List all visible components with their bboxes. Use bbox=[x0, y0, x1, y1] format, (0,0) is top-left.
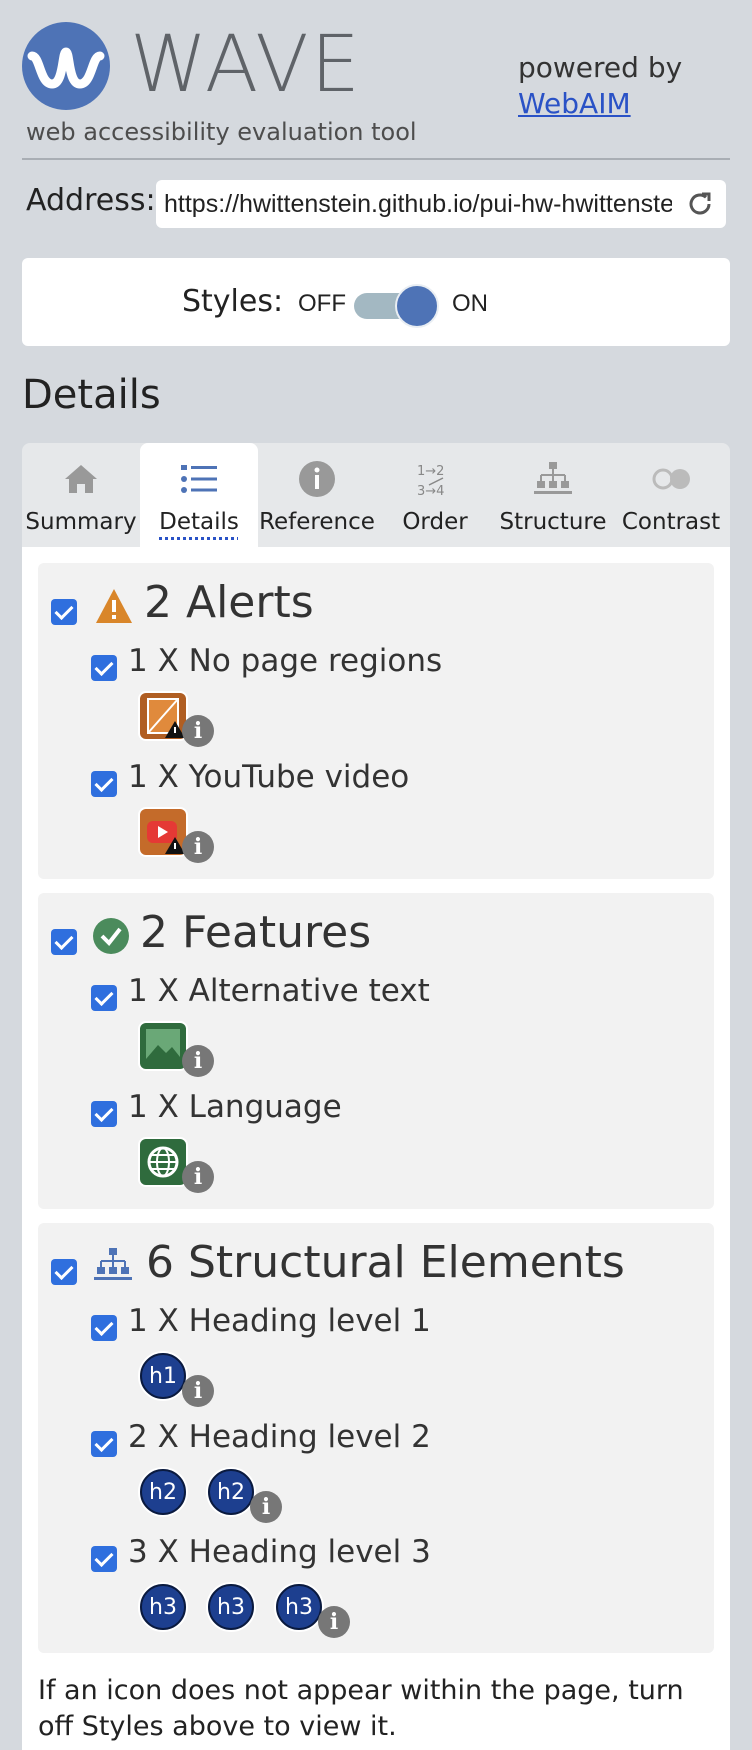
tab-label: Reference bbox=[259, 509, 375, 535]
address-box bbox=[156, 180, 726, 228]
page-title: Details bbox=[22, 372, 161, 418]
alternative-text-checkbox[interactable] bbox=[91, 985, 117, 1011]
heading-level-2-info-icon[interactable]: i bbox=[250, 1491, 282, 1523]
alerts-checkbox[interactable] bbox=[51, 599, 77, 625]
tab-reference[interactable]: Reference bbox=[258, 443, 376, 547]
h1-icon[interactable]: h1 bbox=[140, 1353, 186, 1399]
structure-icon bbox=[534, 462, 572, 494]
youtube-video-label: 1 X YouTube video bbox=[128, 759, 410, 795]
heading-level-3-info-icon[interactable]: i bbox=[318, 1606, 350, 1638]
logo-text: WAVE bbox=[130, 20, 362, 110]
webaim-link[interactable]: WebAIM bbox=[518, 86, 682, 122]
structure-icon bbox=[94, 1248, 132, 1280]
heading-level-3-checkbox[interactable] bbox=[91, 1546, 117, 1572]
tab-label: Contrast bbox=[621, 509, 721, 535]
tab-label: Order bbox=[402, 509, 468, 535]
features-section: 2 Features 1 X Alternative text i 1 X La… bbox=[38, 893, 714, 1209]
features-checkbox[interactable] bbox=[51, 929, 77, 955]
alerts-section: 2 Alerts 1 X No page regions i 1 X YouTu… bbox=[38, 563, 714, 879]
language-info-icon[interactable]: i bbox=[182, 1161, 214, 1193]
tab-order[interactable]: 1→2 3→4 Order bbox=[376, 443, 494, 547]
no-page-regions-info-icon[interactable]: i bbox=[182, 715, 214, 747]
alternative-text-icon[interactable] bbox=[140, 1023, 186, 1069]
tab-details[interactable]: Details bbox=[140, 443, 258, 547]
no-page-regions-icon[interactable] bbox=[140, 693, 186, 739]
tab-label: Structure bbox=[499, 509, 607, 535]
details-panel: 2 Alerts 1 X No page regions i 1 X YouTu… bbox=[22, 547, 730, 1750]
order-icon: 1→2 3→4 bbox=[417, 464, 444, 499]
language-icon[interactable] bbox=[140, 1139, 186, 1185]
youtube-video-checkbox[interactable] bbox=[91, 771, 117, 797]
no-page-regions-checkbox[interactable] bbox=[91, 655, 117, 681]
structural-title: 6 Structural Elements bbox=[146, 1237, 625, 1288]
heading-level-1-label: 1 X Heading level 1 bbox=[128, 1303, 431, 1339]
list-icon bbox=[181, 465, 217, 493]
address-label: Address: bbox=[26, 183, 156, 218]
header: WAVE web accessibility evaluation tool p… bbox=[0, 0, 752, 160]
h3-icon[interactable]: h3 bbox=[276, 1584, 322, 1630]
h3-icon[interactable]: h3 bbox=[140, 1584, 186, 1630]
styles-on-label: ON bbox=[452, 290, 488, 317]
alert-icon bbox=[96, 589, 132, 623]
svg-text:3→4: 3→4 bbox=[417, 484, 444, 499]
no-page-regions-label: 1 X No page regions bbox=[128, 643, 443, 679]
wave-logo-icon bbox=[22, 22, 110, 110]
h2-icon[interactable]: h2 bbox=[208, 1469, 254, 1515]
h2-icon[interactable]: h2 bbox=[140, 1469, 186, 1515]
heading-level-3-label: 3 X Heading level 3 bbox=[128, 1534, 431, 1570]
powered-by: powered by WebAIM bbox=[518, 50, 682, 122]
styles-card: Styles: OFF ON bbox=[22, 258, 730, 346]
tab-contrast[interactable]: Contrast bbox=[612, 443, 730, 547]
tab-label: Details bbox=[159, 509, 239, 535]
divider bbox=[22, 158, 730, 160]
heading-level-1-info-icon[interactable]: i bbox=[182, 1375, 214, 1407]
alternative-text-info-icon[interactable]: i bbox=[182, 1045, 214, 1077]
footer-note: If an icon does not appear within the pa… bbox=[38, 1675, 684, 1742]
address-input[interactable] bbox=[164, 180, 672, 228]
alternative-text-label: 1 X Alternative text bbox=[128, 973, 430, 1009]
svg-text:1→2: 1→2 bbox=[417, 464, 444, 479]
tagline: web accessibility evaluation tool bbox=[26, 118, 417, 146]
tab-summary[interactable]: Summary bbox=[22, 443, 140, 547]
tab-bar: Summary Details Reference 1→2 3→4 Order … bbox=[22, 443, 730, 547]
structural-section: 6 Structural Elements 1 X Heading level … bbox=[38, 1223, 714, 1653]
contrast-icon bbox=[652, 468, 690, 490]
youtube-video-icon[interactable] bbox=[140, 809, 186, 855]
info-icon bbox=[299, 461, 335, 497]
home-icon bbox=[65, 465, 97, 493]
h3-icon[interactable]: h3 bbox=[208, 1584, 254, 1630]
tab-label: Summary bbox=[25, 509, 137, 535]
youtube-video-info-icon[interactable]: i bbox=[182, 831, 214, 863]
language-label: 1 X Language bbox=[128, 1089, 342, 1125]
features-title: 2 Features bbox=[140, 907, 372, 958]
feature-check-icon bbox=[93, 918, 129, 954]
reload-icon[interactable] bbox=[684, 188, 716, 220]
language-checkbox[interactable] bbox=[91, 1101, 117, 1127]
styles-off-label: OFF bbox=[298, 290, 346, 317]
styles-toggle-knob[interactable] bbox=[395, 284, 439, 328]
heading-level-1-checkbox[interactable] bbox=[91, 1315, 117, 1341]
structural-checkbox[interactable] bbox=[51, 1259, 77, 1285]
powered-by-label: powered by bbox=[518, 51, 683, 84]
tab-structure[interactable]: Structure bbox=[494, 443, 612, 547]
heading-level-2-label: 2 X Heading level 2 bbox=[128, 1419, 431, 1455]
heading-level-2-checkbox[interactable] bbox=[91, 1431, 117, 1457]
styles-label: Styles: bbox=[182, 284, 284, 319]
alerts-title: 2 Alerts bbox=[144, 577, 314, 628]
